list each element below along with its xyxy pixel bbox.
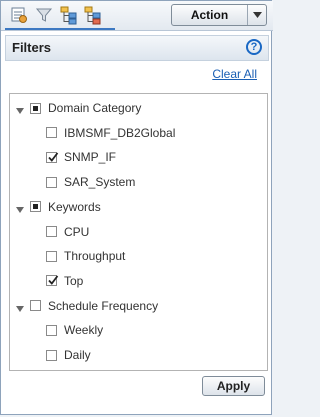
group-checkbox[interactable] — [30, 300, 41, 312]
tree-item-row: CPU — [46, 224, 89, 240]
item-label: IBMSMF_DB2Global — [64, 125, 176, 140]
filters-header: Filters ? — [5, 35, 269, 61]
group-label: Domain Category — [48, 101, 142, 115]
tree-item-row: Top — [46, 273, 83, 289]
group-label: Keywords — [48, 199, 101, 214]
item-checkbox[interactable] — [46, 324, 57, 336]
item-checkbox[interactable] — [46, 250, 57, 262]
hierarchy-icon[interactable] — [59, 5, 79, 25]
apply-button[interactable]: Apply — [202, 376, 265, 396]
item-label: Throughput — [64, 249, 126, 264]
expand-triangle-icon[interactable] — [16, 302, 24, 312]
filters-title: Filters — [12, 40, 52, 55]
item-checkbox[interactable] — [46, 127, 57, 139]
item-label: CPU — [64, 224, 90, 239]
filter-panel: Action Filters ? Clear All Domain Catego… — [0, 0, 273, 415]
grid-view-icon[interactable] — [9, 5, 29, 25]
item-checkbox[interactable] — [46, 151, 59, 163]
expand-triangle-icon[interactable] — [16, 203, 24, 213]
group-checkbox[interactable] — [30, 201, 41, 213]
item-label: Weekly — [64, 323, 104, 338]
item-label: Top — [64, 273, 84, 288]
tree-item-row: Daily — [46, 347, 91, 363]
item-label: SAR_System — [64, 175, 136, 190]
item-checkbox[interactable] — [46, 226, 57, 237]
toolbar-active-indicator — [5, 28, 115, 30]
item-label: SNMP_IF — [64, 150, 117, 165]
tree-item-row: SAR_System — [46, 174, 135, 190]
chevron-down-icon[interactable] — [248, 5, 266, 25]
clear-all-link[interactable]: Clear All — [212, 67, 257, 81]
tree-item-row: SNMP_IF — [46, 149, 116, 165]
tree-item-row: IBMSMF_DB2Global — [46, 125, 175, 141]
group-label: Schedule Frequency — [48, 298, 159, 313]
filter-icon[interactable] — [34, 5, 54, 25]
tree-item-row: Throughput — [46, 248, 125, 264]
expand-triangle-icon[interactable] — [16, 104, 24, 114]
action-label: Action — [190, 8, 229, 22]
item-checkbox[interactable] — [46, 275, 59, 287]
help-icon[interactable]: ? — [246, 39, 262, 55]
item-checkbox[interactable] — [46, 176, 57, 188]
item-label: Daily — [64, 348, 91, 362]
tree-item-row: Weekly — [46, 322, 103, 338]
tree-group-row: Keywords — [16, 199, 101, 215]
filter-tree: Domain Category IBMSMF_DB2Global SNMP_IF SA… — [9, 93, 268, 371]
item-checkbox[interactable] — [46, 349, 57, 361]
tree-group-row: Domain Category — [16, 100, 141, 116]
tree-group-row: Schedule Frequency — [16, 298, 158, 314]
hierarchy-alt-icon[interactable] — [83, 5, 103, 25]
action-button[interactable]: Action — [171, 4, 267, 26]
toolbar: Action — [1, 1, 273, 31]
group-checkbox[interactable] — [30, 102, 41, 114]
